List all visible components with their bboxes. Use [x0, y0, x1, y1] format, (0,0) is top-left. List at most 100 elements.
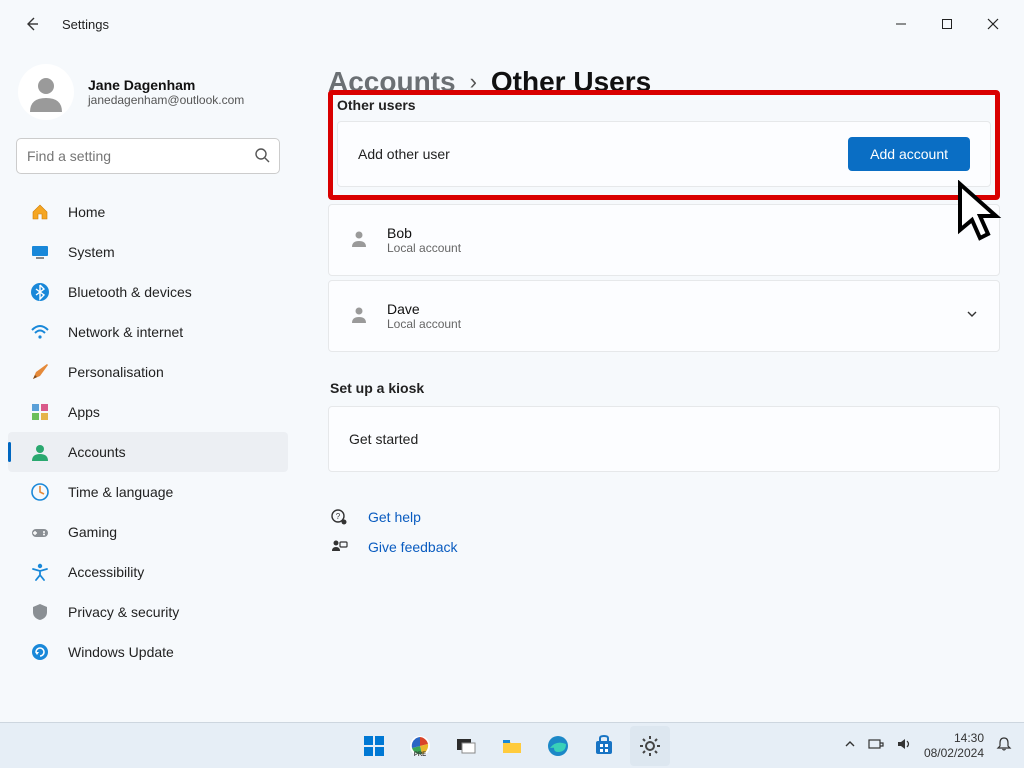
user-name: Bob [387, 225, 461, 241]
taskbar-app-1[interactable]: PRE [400, 726, 440, 766]
nav-gaming[interactable]: Gaming [8, 512, 288, 552]
nav-time-language[interactable]: Time & language [8, 472, 288, 512]
home-icon [30, 202, 50, 222]
folder-icon [500, 734, 524, 758]
tray-volume-icon[interactable] [896, 736, 912, 755]
apps-icon [30, 402, 50, 422]
search-icon [254, 147, 270, 168]
chevron-down-icon[interactable] [965, 307, 979, 326]
person-icon [26, 72, 66, 112]
main-pane: Accounts › Other Users Other users Add o… [296, 48, 1024, 722]
user-subtitle: Local account [387, 241, 461, 255]
tray-network-icon[interactable] [868, 736, 884, 755]
taskbar-settings[interactable] [630, 726, 670, 766]
nav-accounts[interactable]: Accounts [8, 432, 288, 472]
back-button[interactable] [16, 8, 48, 40]
help-icon: ? [330, 508, 350, 526]
system-icon [30, 242, 50, 262]
search-box [16, 138, 280, 174]
accounts-icon [30, 442, 50, 462]
store-icon [592, 734, 616, 758]
nav-label: System [68, 244, 115, 260]
nav-bluetooth[interactable]: Bluetooth & devices [8, 272, 288, 312]
nav-network[interactable]: Network & internet [8, 312, 288, 352]
nav-label: Bluetooth & devices [68, 284, 192, 300]
kiosk-heading: Set up a kiosk [330, 380, 1000, 396]
gear-icon [638, 734, 662, 758]
other-users-heading: Other users [337, 97, 416, 113]
app-icon: PRE [408, 734, 432, 758]
user-subtitle: Local account [387, 317, 461, 331]
nav-apps[interactable]: Apps [8, 392, 288, 432]
nav-personalisation[interactable]: Personalisation [8, 352, 288, 392]
svg-text:PRE: PRE [414, 752, 426, 758]
kiosk-card[interactable]: Get started [328, 406, 1000, 472]
give-feedback-row: Give feedback [328, 532, 1000, 562]
person-icon [349, 304, 369, 329]
nav-label: Privacy & security [68, 604, 179, 620]
bluetooth-icon [30, 282, 50, 302]
nav-label: Network & internet [68, 324, 183, 340]
taskbar-explorer[interactable] [492, 726, 532, 766]
accessibility-icon [30, 562, 50, 582]
nav-windows-update[interactable]: Windows Update [8, 632, 288, 672]
start-button[interactable] [354, 726, 394, 766]
minimize-button[interactable] [878, 8, 924, 40]
user-card-dave[interactable]: Dave Local account [328, 280, 1000, 352]
system-tray: 14:30 08/02/2024 [844, 731, 1024, 760]
nav-label: Windows Update [68, 644, 174, 660]
taskbar: PRE 14:30 08/02/2024 [0, 722, 1024, 768]
get-help-link[interactable]: Get help [368, 509, 421, 525]
arrow-left-icon [24, 16, 40, 32]
clock-globe-icon [30, 482, 50, 502]
windows-icon [362, 734, 386, 758]
tray-date: 08/02/2024 [924, 746, 984, 760]
window-controls [878, 8, 1016, 40]
search-input[interactable] [16, 138, 280, 174]
add-other-user-label: Add other user [358, 146, 450, 162]
get-help-row: ? Get help [328, 502, 1000, 532]
wifi-icon [30, 322, 50, 342]
nav-home[interactable]: Home [8, 192, 288, 232]
add-account-button[interactable]: Add account [848, 137, 970, 171]
titlebar: Settings [0, 0, 1024, 48]
user-name: Dave [387, 301, 461, 317]
close-button[interactable] [970, 8, 1016, 40]
profile-name: Jane Dagenham [88, 77, 244, 93]
nav-label: Time & language [68, 484, 173, 500]
nav-privacy[interactable]: Privacy & security [8, 592, 288, 632]
taskbar-store[interactable] [584, 726, 624, 766]
tray-clock[interactable]: 14:30 08/02/2024 [924, 731, 984, 760]
nav-label: Home [68, 204, 105, 220]
taskview-icon [454, 734, 478, 758]
tray-time: 14:30 [924, 731, 984, 745]
update-icon [30, 642, 50, 662]
annotation-highlight-box: Other users Add other user Add account [328, 90, 1000, 200]
add-other-user-card: Add other user Add account [337, 121, 991, 187]
user-card-bob[interactable]: Bob Local account [328, 204, 1000, 276]
person-icon [349, 228, 369, 253]
gamepad-icon [30, 522, 50, 542]
profile-block[interactable]: Jane Dagenham janedagenham@outlook.com [0, 58, 296, 138]
nav-accessibility[interactable]: Accessibility [8, 552, 288, 592]
close-icon [987, 18, 999, 30]
nav-system[interactable]: System [8, 232, 288, 272]
edge-icon [546, 734, 570, 758]
nav-label: Personalisation [68, 364, 164, 380]
nav-list: Home System Bluetooth & devices Network … [0, 192, 296, 672]
maximize-button[interactable] [924, 8, 970, 40]
feedback-icon [330, 538, 350, 556]
profile-avatar [18, 64, 74, 120]
svg-text:?: ? [336, 512, 341, 521]
taskbar-edge[interactable] [538, 726, 578, 766]
app-title: Settings [62, 17, 109, 32]
tray-overflow-icon[interactable] [844, 738, 856, 753]
sidebar: Jane Dagenham janedagenham@outlook.com H… [0, 48, 296, 722]
taskbar-taskview[interactable] [446, 726, 486, 766]
shield-icon [30, 602, 50, 622]
nav-label: Apps [68, 404, 100, 420]
nav-label: Gaming [68, 524, 117, 540]
maximize-icon [941, 18, 953, 30]
give-feedback-link[interactable]: Give feedback [368, 539, 458, 555]
tray-notifications-icon[interactable] [996, 736, 1012, 755]
